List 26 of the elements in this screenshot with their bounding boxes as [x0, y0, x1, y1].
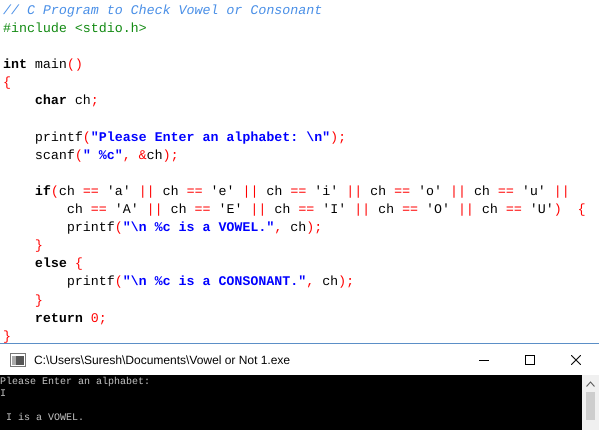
code-line: } — [34, 292, 43, 310]
console-output-line: I — [0, 389, 6, 401]
scrollbar-thumb[interactable] — [586, 392, 595, 420]
code-line: #include <stdio.h> — [3, 20, 147, 38]
scrollbar[interactable] — [582, 375, 599, 430]
code-line: printf("\n %c is a CONSONANT.", ch); — [66, 273, 354, 292]
code-line: if(ch == 'a' || ch == 'e' || ch == 'i' || ch == 'o' || ch == 'u' || — [34, 182, 570, 201]
console-output-line: I is a VOWEL. — [5, 413, 84, 425]
scroll-up-icon — [586, 381, 595, 387]
code-line: printf("Please Enter an alphabet: \n"); — [34, 128, 346, 147]
code-line: ch == 'A' || ch == 'E' || ch == 'I' || ch == 'O' || ch == 'U') { — [66, 201, 586, 220]
code-line: } — [34, 237, 43, 256]
maximize-icon — [525, 354, 535, 364]
code-line: int main() — [3, 56, 83, 74]
code-line: printf("\n %c is a VOWEL.", ch); — [66, 219, 322, 238]
code-line: // C Program to Check Vowel or Consonant — [3, 2, 322, 20]
close-icon — [571, 354, 581, 364]
code-line: return 0; — [34, 310, 107, 328]
console-icon — [10, 352, 26, 366]
console-output-line: Please Enter an alphabet: — [0, 377, 150, 389]
code-line: } — [3, 328, 11, 346]
code-line: { — [3, 74, 11, 92]
code-line: char ch; — [34, 92, 99, 110]
code-line: else { — [34, 255, 83, 274]
code-line: scanf(" %c", &ch); — [34, 146, 179, 165]
window-title: C:\Users\Suresh\Documents\Vowel or Not 1.exe — [34, 352, 290, 366]
